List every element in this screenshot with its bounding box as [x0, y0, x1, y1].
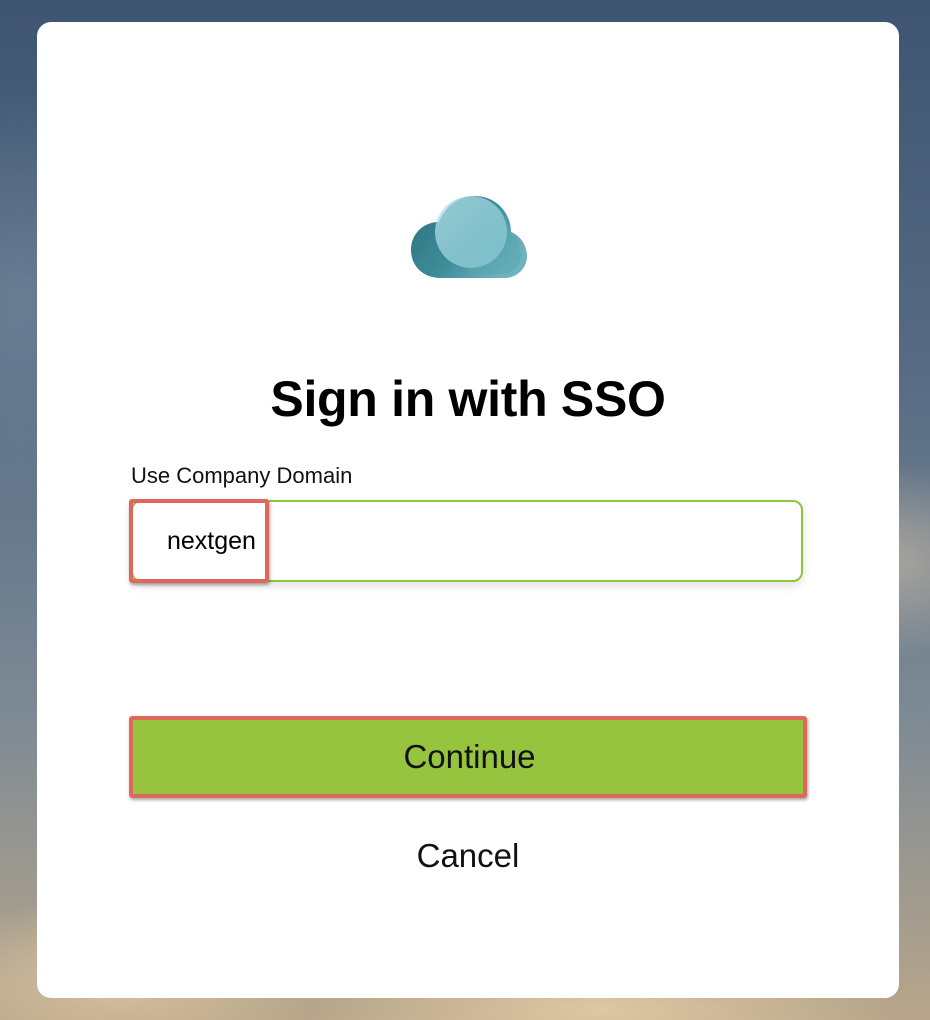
- cloud-logo-icon: [411, 196, 527, 278]
- company-domain-label: Use Company Domain: [131, 463, 353, 488]
- page-title: Sign in with SSO: [270, 371, 666, 427]
- cancel-link[interactable]: Cancel: [37, 837, 899, 875]
- company-domain-input[interactable]: [131, 500, 803, 582]
- sso-dialog: Sign in with SSO Use Company Domain Cont…: [37, 22, 899, 998]
- continue-button[interactable]: Continue: [133, 719, 806, 795]
